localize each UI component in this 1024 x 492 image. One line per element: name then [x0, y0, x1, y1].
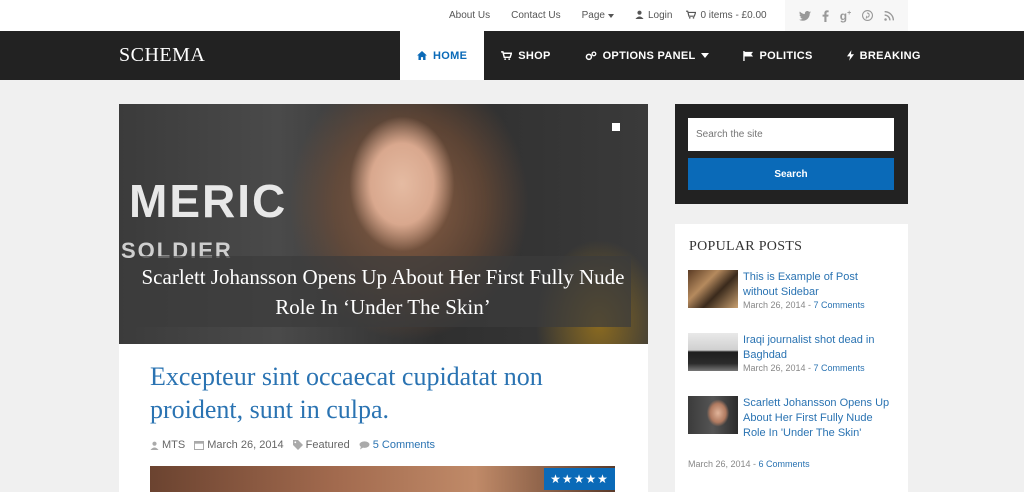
- nav-item-options-panel-label: OPTIONS PANEL: [602, 49, 696, 62]
- popular-post-comments[interactable]: 6 Comments: [759, 459, 810, 469]
- popular-post-meta: March 26, 2014 - 6 Comments: [688, 459, 810, 469]
- author-name[interactable]: MTS: [162, 439, 185, 451]
- nav-item-options-panel[interactable]: OPTIONS PANEL: [568, 31, 726, 80]
- search-input[interactable]: [688, 118, 894, 151]
- article-title[interactable]: Excepteur sint occaecat cupidatat non pr…: [150, 360, 620, 426]
- article-meta: MTS March 26, 2014 Featured 5 Comments: [150, 439, 444, 451]
- article-category[interactable]: Featured: [306, 439, 350, 451]
- top-links: About Us Contact Us Page Login 0 items -…: [449, 0, 767, 31]
- main-navbar: SCHEMA HOME SHOP OPTIONS PANEL POLITICS: [0, 31, 1024, 80]
- author-meta: MTS: [150, 439, 185, 451]
- home-icon: [417, 51, 427, 60]
- popular-posts-heading: POPULAR POSTS: [689, 239, 803, 254]
- post-thumbnail[interactable]: [688, 396, 738, 434]
- twitter-icon[interactable]: [798, 10, 811, 21]
- search-widget: Search: [675, 104, 908, 204]
- page-dropdown[interactable]: Page: [582, 10, 614, 21]
- facebook-icon[interactable]: [822, 9, 829, 22]
- login-label: Login: [647, 10, 673, 21]
- site-logo[interactable]: SCHEMA: [119, 44, 205, 67]
- post-thumbnail[interactable]: [688, 333, 738, 371]
- nav-item-shop[interactable]: SHOP: [484, 31, 567, 80]
- cogs-icon: [585, 50, 597, 61]
- popular-post-title[interactable]: This is Example of Post without Sidebar: [743, 270, 893, 300]
- social-links: g+: [785, 0, 908, 31]
- article-comments[interactable]: 5 Comments: [373, 439, 435, 451]
- cart-icon: [501, 51, 513, 60]
- calendar-icon: [194, 440, 205, 450]
- bolt-icon: [846, 50, 854, 61]
- search-button[interactable]: Search: [688, 158, 894, 190]
- article-date: March 26, 2014: [207, 439, 284, 451]
- popular-post-comments[interactable]: 7 Comments: [814, 300, 865, 310]
- article-card: Excepteur sint occaecat cupidatat non pr…: [119, 344, 648, 492]
- nav-item-home[interactable]: HOME: [400, 31, 485, 80]
- featured-slider[interactable]: MERIC SOLDIER Scarlett Johansson Opens U…: [119, 104, 648, 344]
- featured-image-text: MERIC: [129, 175, 288, 227]
- category-meta: Featured: [292, 439, 350, 451]
- post-thumbnail[interactable]: [688, 270, 738, 308]
- nav-item-home-label: HOME: [433, 49, 468, 62]
- cart-link[interactable]: 0 items - £0.00: [686, 10, 767, 21]
- popular-post-date: March 26, 2014: [743, 363, 806, 373]
- google-plus-icon[interactable]: g+: [840, 9, 851, 23]
- popular-posts-widget: POPULAR POSTS This is Example of Post wi…: [675, 224, 908, 492]
- nav-item-shop-label: SHOP: [518, 49, 551, 62]
- slider-pager-dot[interactable]: [612, 123, 620, 131]
- popular-post-date: March 26, 2014: [743, 300, 806, 310]
- nav-item-politics-label: POLITICS: [759, 49, 813, 62]
- caret-down-icon: [607, 13, 614, 18]
- nav-item-breaking-label: BREAKING: [859, 49, 921, 62]
- rss-icon[interactable]: [884, 10, 895, 21]
- tag-icon: [292, 440, 303, 450]
- rating-stars: ★★★★★: [544, 468, 615, 490]
- top-bar: About Us Contact Us Page Login 0 items -…: [0, 0, 1024, 31]
- main-menu: HOME SHOP OPTIONS PANEL POLITICS BREAKIN…: [400, 31, 938, 80]
- user-icon: [635, 10, 644, 21]
- featured-caption[interactable]: Scarlett Johansson Opens Up About Her Fi…: [135, 256, 631, 327]
- pinterest-icon[interactable]: [862, 10, 874, 21]
- page-dropdown-label: Page: [581, 10, 605, 21]
- popular-post-title[interactable]: Scarlett Johansson Opens Up About Her Fi…: [743, 396, 893, 441]
- cart-icon: [686, 10, 697, 21]
- popular-post-comments[interactable]: 7 Comments: [814, 363, 865, 373]
- user-icon: [150, 441, 159, 450]
- nav-item-breaking[interactable]: BREAKING: [830, 31, 938, 80]
- popular-post-meta: March 26, 2014 - 7 Comments: [743, 300, 865, 310]
- about-us-link[interactable]: About Us: [449, 10, 490, 21]
- cart-label: 0 items - £0.00: [700, 10, 767, 21]
- login-link[interactable]: Login: [635, 10, 672, 21]
- contact-us-link[interactable]: Contact Us: [511, 10, 560, 21]
- caret-down-icon: [700, 53, 709, 58]
- comments-icon: [359, 440, 370, 450]
- flag-icon: [742, 50, 754, 61]
- popular-post-title[interactable]: Iraqi journalist shot dead in Baghdad: [743, 333, 893, 363]
- date-meta: March 26, 2014: [194, 439, 284, 451]
- popular-post-date: March 26, 2014: [688, 459, 751, 469]
- comments-meta: 5 Comments: [359, 439, 435, 451]
- nav-item-politics[interactable]: POLITICS: [726, 31, 830, 80]
- popular-post-meta: March 26, 2014 - 7 Comments: [743, 363, 865, 373]
